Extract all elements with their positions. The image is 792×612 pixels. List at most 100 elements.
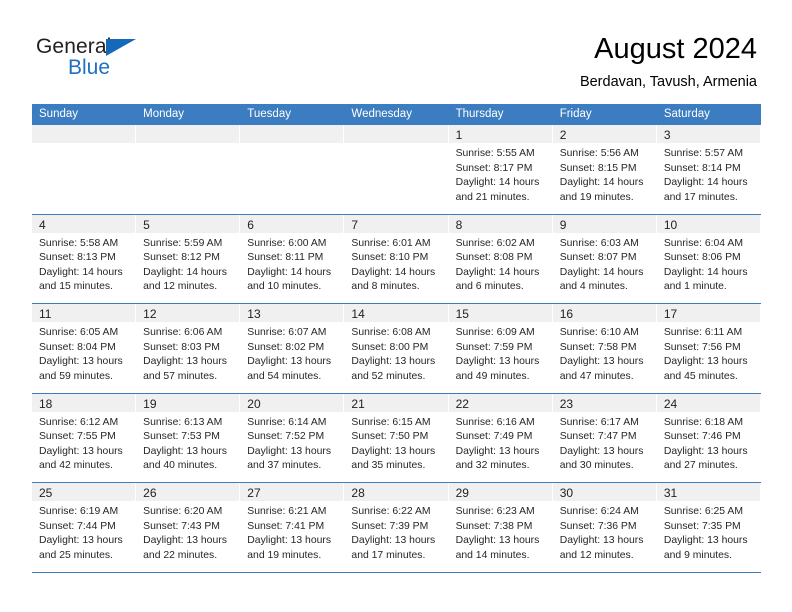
- day-cell[interactable]: 3 Sunrise: 5:57 AM Sunset: 8:14 PM Daylight…: [656, 125, 761, 214]
- day-cell[interactable]: 24 Sunrise: 6:18 AM Sunset: 7:46 PM Dayligh…: [656, 393, 761, 482]
- weekday-header-monday: Monday: [143, 108, 185, 120]
- page-title: August 2024: [594, 33, 757, 65]
- brand-logo[interactable]: General Blue: [36, 36, 136, 80]
- day-number-band: 9: [552, 214, 656, 233]
- day-detail-line: and 9 minutes.: [663, 549, 733, 561]
- day-cell[interactable]: 5 Sunrise: 5:59 AM Sunset: 8:12 PM Daylight…: [136, 214, 241, 303]
- day-cell[interactable]: 25 Sunrise: 6:19 AM Sunset: 7:44 PM Dayligh…: [32, 483, 137, 572]
- day-detail-line: Daylight: 14 hours: [663, 177, 748, 189]
- day-detail-line: Sunrise: 6:17 AM: [559, 416, 639, 428]
- day-details: Sunrise: 5:58 AM Sunset: 8:13 PM Daylight:…: [32, 233, 135, 295]
- day-cell[interactable]: 16 Sunrise: 6:10 AM Sunset: 7:58 PM Dayligh…: [552, 304, 657, 393]
- day-number: 5: [143, 217, 150, 232]
- day-number-band: 21: [344, 393, 448, 412]
- day-cell[interactable]: 10 Sunrise: 6:04 AM Sunset: 8:06 PM Dayligh…: [656, 214, 761, 303]
- day-details: Sunrise: 6:17 AM Sunset: 7:47 PM Daylight:…: [553, 412, 656, 474]
- day-number-band: 8: [448, 214, 552, 233]
- day-cell[interactable]: 28 Sunrise: 6:22 AM Sunset: 7:39 PM Dayligh…: [344, 483, 449, 572]
- day-details: Sunrise: 6:07 AM Sunset: 8:02 PM Daylight:…: [240, 322, 343, 384]
- day-detail-line: Sunset: 8:04 PM: [39, 341, 116, 353]
- day-number: 3: [663, 128, 671, 142]
- day-details: Sunrise: 6:09 AM Sunset: 7:59 PM Daylight:…: [449, 322, 552, 384]
- day-detail-line: Daylight: 13 hours: [351, 356, 436, 368]
- day-number: 2: [559, 128, 567, 142]
- day-detail-line: and 22 minutes.: [143, 549, 218, 561]
- day-number: 8: [455, 217, 463, 232]
- day-details: Sunrise: 6:06 AM Sunset: 8:03 PM Daylight:…: [136, 322, 239, 384]
- week-row: 11 Sunrise: 6:05 AM Sunset: 8:04 PM Dayligh…: [32, 304, 761, 394]
- day-number-band: 25: [32, 483, 136, 501]
- day-detail-line: and 45 minutes.: [663, 370, 738, 382]
- day-detail-line: Sunset: 8:03 PM: [143, 341, 220, 353]
- day-cell[interactable]: 2 Sunrise: 5:56 AM Sunset: 8:15 PM Daylight…: [552, 125, 657, 214]
- day-detail-line: Sunset: 7:46 PM: [663, 431, 741, 443]
- day-cell[interactable]: 13 Sunrise: 6:07 AM Sunset: 8:02 PM Dayligh…: [240, 304, 345, 393]
- day-number-band: [32, 125, 136, 143]
- day-detail-line: Sunrise: 5:57 AM: [663, 148, 743, 159]
- day-detail-line: Sunset: 8:15 PM: [559, 162, 637, 174]
- day-cell[interactable]: 19 Sunrise: 6:13 AM Sunset: 7:53 PM Dayligh…: [136, 393, 241, 482]
- day-cell[interactable]: 31 Sunrise: 6:25 AM Sunset: 7:35 PM Dayligh…: [656, 483, 761, 572]
- day-details: Sunrise: 6:22 AM Sunset: 7:39 PM Daylight:…: [344, 501, 447, 563]
- day-cell[interactable]: 6 Sunrise: 6:00 AM Sunset: 8:11 PM Daylight…: [240, 214, 345, 303]
- day-details: Sunrise: 6:14 AM Sunset: 7:52 PM Daylight:…: [240, 412, 343, 474]
- day-detail-line: Daylight: 14 hours: [663, 266, 748, 278]
- day-number-band: 12: [136, 304, 240, 322]
- day-detail-line: Sunset: 7:53 PM: [143, 431, 220, 443]
- day-detail-line: Sunrise: 6:23 AM: [455, 506, 535, 517]
- day-detail-line: and 21 minutes.: [455, 191, 530, 203]
- day-cell[interactable]: 9 Sunrise: 6:03 AM Sunset: 8:07 PM Daylight…: [552, 214, 657, 303]
- day-cell[interactable]: 12 Sunrise: 6:06 AM Sunset: 8:03 PM Dayligh…: [136, 304, 241, 393]
- day-number: 23: [559, 396, 574, 411]
- day-cell[interactable]: 7 Sunrise: 6:01 AM Sunset: 8:10 PM Daylight…: [344, 214, 449, 303]
- day-detail-line: Daylight: 13 hours: [351, 535, 436, 547]
- day-details: Sunrise: 6:25 AM Sunset: 7:35 PM Daylight:…: [657, 501, 760, 563]
- day-detail-line: Daylight: 14 hours: [247, 266, 332, 278]
- day-detail-line: Sunset: 8:07 PM: [559, 252, 637, 264]
- day-cell[interactable]: 21 Sunrise: 6:15 AM Sunset: 7:50 PM Dayligh…: [344, 393, 449, 482]
- day-detail-line: Sunrise: 6:02 AM: [455, 237, 535, 249]
- day-detail-line: Sunrise: 6:15 AM: [351, 416, 431, 428]
- weekday-header-wednesday: Wednesday: [351, 108, 412, 120]
- day-detail-line: and 19 minutes.: [559, 191, 634, 203]
- day-number-band: 22: [448, 393, 552, 412]
- day-number: 21: [351, 396, 365, 411]
- day-number: 15: [455, 307, 469, 321]
- day-cell[interactable]: 29 Sunrise: 6:23 AM Sunset: 7:38 PM Dayligh…: [448, 483, 553, 572]
- day-cell[interactable]: 17 Sunrise: 6:11 AM Sunset: 7:56 PM Dayligh…: [656, 304, 761, 393]
- calendar-grid: Sunday Monday Tuesday Wednesday Thursday Frid…: [32, 104, 761, 573]
- day-details: [32, 143, 135, 147]
- day-detail-line: Sunset: 7:55 PM: [39, 431, 116, 443]
- day-number-band: 15: [448, 304, 552, 322]
- day-number: 14: [351, 307, 365, 321]
- day-cell[interactable]: 1 Sunrise: 5:55 AM Sunset: 8:17 PM Daylight…: [448, 125, 553, 214]
- day-number-band: 18: [32, 393, 136, 412]
- day-cell[interactable]: 18 Sunrise: 6:12 AM Sunset: 7:55 PM Dayligh…: [32, 393, 137, 482]
- day-number-band: 30: [552, 483, 656, 501]
- day-detail-line: and 25 minutes.: [39, 549, 113, 561]
- day-detail-line: Daylight: 14 hours: [455, 266, 540, 278]
- day-detail-line: Sunset: 8:08 PM: [455, 252, 533, 264]
- day-cell[interactable]: 23 Sunrise: 6:17 AM Sunset: 7:47 PM Dayligh…: [552, 393, 657, 482]
- day-number: 16: [559, 307, 574, 321]
- day-cell[interactable]: 26 Sunrise: 6:20 AM Sunset: 7:43 PM Dayligh…: [136, 483, 241, 572]
- weekday-header-saturday: Saturday: [663, 108, 710, 120]
- day-number: 19: [143, 396, 157, 411]
- day-cell[interactable]: 20 Sunrise: 6:14 AM Sunset: 7:52 PM Dayligh…: [240, 393, 345, 482]
- triangle-flag-icon: [106, 39, 136, 56]
- day-number-band: 3: [656, 125, 760, 143]
- day-cell[interactable]: 14 Sunrise: 6:08 AM Sunset: 8:00 PM Dayligh…: [344, 304, 449, 393]
- day-detail-line: and 1 minute.: [663, 281, 727, 293]
- day-cell[interactable]: 4 Sunrise: 5:58 AM Sunset: 8:13 PM Daylight…: [32, 214, 137, 303]
- day-cell[interactable]: 30 Sunrise: 6:24 AM Sunset: 7:36 PM Dayligh…: [552, 483, 657, 572]
- day-detail-line: Sunrise: 6:18 AM: [663, 416, 743, 428]
- day-cell[interactable]: 11 Sunrise: 6:05 AM Sunset: 8:04 PM Dayligh…: [32, 304, 137, 393]
- day-cell[interactable]: 22 Sunrise: 6:16 AM Sunset: 7:49 PM Dayligh…: [448, 393, 553, 482]
- day-number: 20: [247, 396, 261, 411]
- day-cell[interactable]: 15 Sunrise: 6:09 AM Sunset: 7:59 PM Dayligh…: [448, 304, 553, 393]
- day-details: Sunrise: 6:18 AM Sunset: 7:46 PM Daylight:…: [657, 412, 760, 474]
- day-cell[interactable]: 27 Sunrise: 6:21 AM Sunset: 7:41 PM Dayligh…: [240, 483, 345, 572]
- day-detail-line: Sunrise: 6:20 AM: [143, 506, 223, 517]
- day-number-band: 14: [344, 304, 448, 322]
- day-cell[interactable]: 8 Sunrise: 6:02 AM Sunset: 8:08 PM Daylight…: [448, 214, 553, 303]
